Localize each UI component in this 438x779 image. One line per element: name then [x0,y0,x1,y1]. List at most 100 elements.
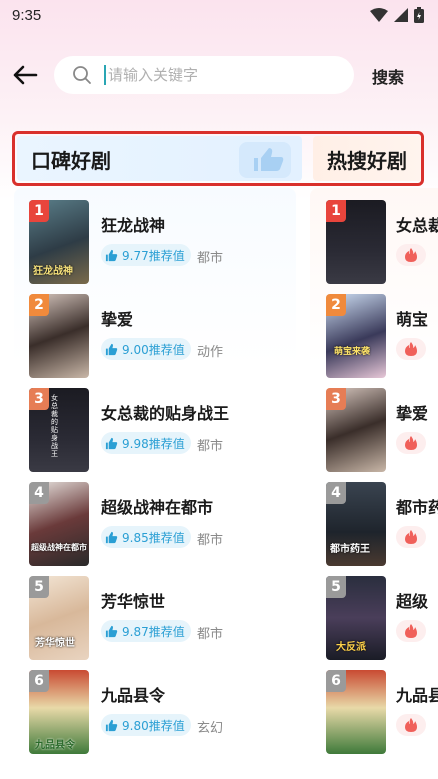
hot-badge [396,432,426,454]
fire-icon [405,624,417,638]
genre-tag: 都市 [197,533,224,548]
text-caret [104,65,106,85]
thumb-up-icon [105,625,118,637]
score-value: 9.85推荐值 [122,530,185,545]
status-time: 9:35 [12,6,42,24]
poster-title: 芳华惊世 [35,638,75,649]
tab-koubei[interactable]: 口碑好剧 [17,136,302,181]
drama-title: 九品县令 [101,686,166,705]
back-button[interactable] [10,60,40,90]
drama-title: 芳华惊世 [101,592,166,611]
list-item[interactable]: 女总裁的贴身战王 3 女总裁的贴身战王 9.98推荐值 都市 [29,388,289,472]
hot-badge [396,338,426,360]
resou-list: 1 女总裁的贴身战王 萌宝来袭 2 萌宝 3 挚爱 都市药王 4 都市药王 [310,188,438,779]
poster-title: 大反派 [336,642,366,653]
genre-tag: 都市 [197,627,224,642]
rank-badge: 3 [29,388,49,410]
rank-badge: 6 [29,670,49,692]
search-input[interactable] [108,66,328,84]
score-badge: 9.98推荐值 [101,432,191,454]
list-item[interactable]: 3 挚爱 [326,388,438,472]
search-icon [73,66,91,84]
rank-badge: 4 [29,482,49,504]
hot-badge [396,714,426,736]
list-item[interactable]: 大反派 5 超级 [326,576,438,660]
list-item[interactable]: 狂龙战神 1 狂龙战神 9.77推荐值 都市 [29,200,289,284]
drama-title: 都市药王 [396,498,438,517]
rank-badge: 6 [326,670,346,692]
search-button[interactable]: 搜索 [372,64,404,88]
score-value: 9.00推荐值 [122,342,185,357]
genre-tag: 都市 [197,439,224,454]
score-value: 9.80推荐值 [122,718,185,733]
search-box[interactable] [54,56,354,94]
score-value: 9.98推荐值 [122,436,185,451]
list-item[interactable]: 芳华惊世 5 芳华惊世 9.87推荐值 都市 [29,576,289,660]
drama-title: 狂龙战神 [101,216,166,235]
list-item[interactable]: 都市药王 4 都市药王 [326,482,438,566]
poster-title: 都市药王 [330,544,370,555]
thumb-up-icon [105,249,118,261]
battery-icon [414,7,424,23]
genre-tag: 玄幻 [197,721,224,736]
rank-badge: 1 [326,200,346,222]
fire-icon [405,342,417,356]
poster-title: 超级战神在都市 [31,543,87,552]
drama-title: 萌宝 [396,310,429,329]
poster-title: 狂龙战神 [33,266,73,277]
search-row: 搜索 [0,52,438,98]
rank-badge: 2 [29,294,49,316]
fire-icon [405,436,417,450]
rank-badge: 5 [326,576,346,598]
list-item[interactable]: 6 九品县令 [326,670,438,754]
fire-icon [405,718,417,732]
score-badge: 9.77推荐值 [101,244,191,266]
drama-title: 挚爱 [101,310,134,329]
score-badge: 9.87推荐值 [101,620,191,642]
back-arrow-icon [13,65,38,85]
rank-badge: 1 [29,200,49,222]
thumb-up-icon [105,531,118,543]
list-item[interactable]: 1 女总裁的贴身战王 [326,200,438,284]
status-bar: 9:35 [0,0,438,30]
status-icons [370,7,424,23]
drama-title: 九品县令 [396,686,438,705]
rank-badge: 4 [326,482,346,504]
ranking-tabs: 口碑好剧 热搜好剧 [12,131,424,186]
thumb-up-icon [105,343,118,355]
drama-title: 女总裁的贴身战王 [396,216,438,235]
score-badge: 9.85推荐值 [101,526,191,548]
thumb-up-icon [105,719,118,731]
list-item[interactable]: 2 挚爱 9.00推荐值 动作 [29,294,289,378]
score-badge: 9.80推荐值 [101,714,191,736]
poster-title: 萌宝来袭 [334,347,371,357]
tab-koubei-label: 口碑好剧 [31,149,111,173]
rank-badge: 3 [326,388,346,410]
thumb-up-icon [105,437,118,449]
signal-icon [394,8,408,22]
poster-title: 九品县令 [35,740,75,751]
hot-badge [396,244,426,266]
koubei-list: 狂龙战神 1 狂龙战神 9.77推荐值 都市 2 挚爱 9.00推荐值 动作 女… [14,188,296,779]
wifi-icon [370,8,388,22]
score-value: 9.77推荐值 [122,248,185,263]
thumb-up-decoration-icon [239,142,291,178]
poster-title: 女总裁的贴身战王 [51,394,58,458]
list-item[interactable]: 超级战神在都市 4 超级战神在都市 9.85推荐值 都市 [29,482,289,566]
list-item[interactable]: 九品县令 6 九品县令 9.80推荐值 玄幻 [29,670,289,754]
score-badge: 9.00推荐值 [101,338,191,360]
fire-icon [405,530,417,544]
hot-badge [396,526,426,548]
rank-badge: 5 [29,576,49,598]
list-item[interactable]: 萌宝来袭 2 萌宝 [326,294,438,378]
drama-title: 超级 [396,592,429,611]
genre-tag: 都市 [197,251,224,266]
genre-tag: 动作 [197,345,224,360]
tab-resou[interactable]: 热搜好剧 [313,136,421,181]
drama-title: 挚爱 [396,404,429,423]
rank-badge: 2 [326,294,346,316]
drama-title: 超级战神在都市 [101,498,214,517]
hot-badge [396,620,426,642]
score-value: 9.87推荐值 [122,624,185,639]
fire-icon [405,248,417,262]
